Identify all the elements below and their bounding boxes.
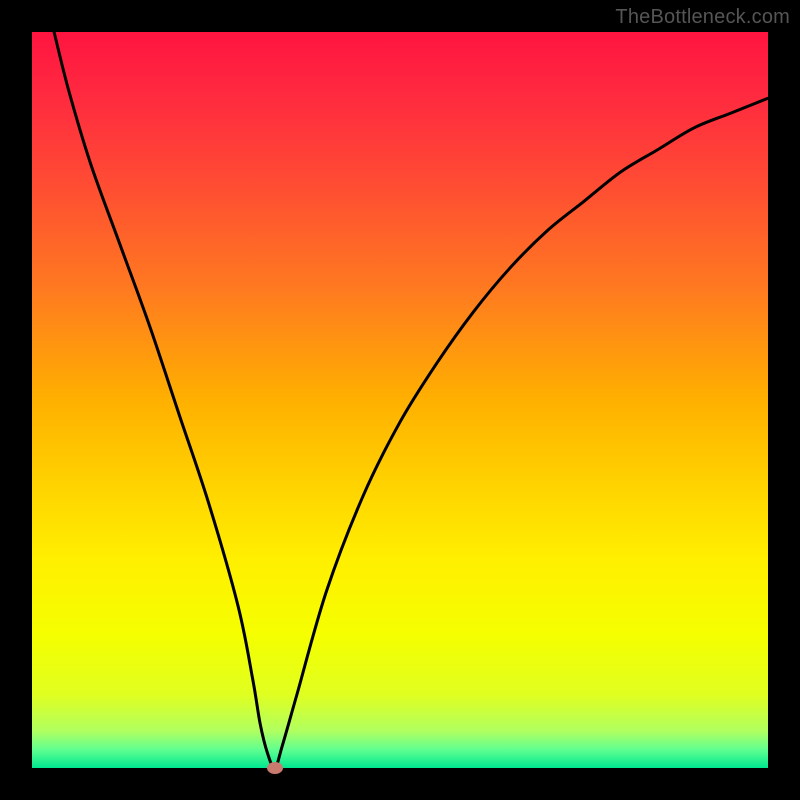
chart-frame — [32, 32, 768, 768]
bottleneck-curve — [32, 32, 768, 768]
curve-path — [54, 32, 768, 768]
minimum-marker — [267, 762, 283, 774]
watermark-text: TheBottleneck.com — [615, 6, 790, 29]
